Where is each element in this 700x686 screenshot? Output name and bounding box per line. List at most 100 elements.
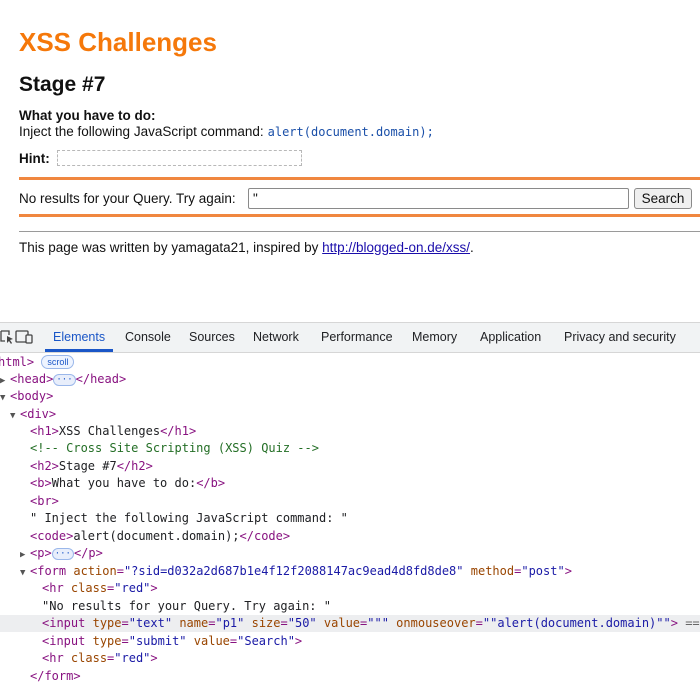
tree-html[interactable]: html> scroll bbox=[0, 354, 75, 371]
expand-triangle-icon[interactable]: ▶ bbox=[20, 547, 30, 564]
attr-value: ""alert(document.domain)"" bbox=[482, 616, 671, 630]
scroll-badge[interactable]: scroll bbox=[41, 355, 75, 369]
tree-div[interactable]: ▼ <div> bbox=[10, 406, 56, 423]
attr-value: "p1" bbox=[215, 616, 245, 630]
attr-name: size bbox=[251, 616, 281, 630]
attr-name: class bbox=[70, 581, 108, 595]
tree-form-close[interactable]: </form> bbox=[30, 668, 81, 685]
hr-tag: <hr bbox=[42, 651, 64, 665]
hr-tag: <hr bbox=[42, 581, 64, 595]
tree-input-selected[interactable]: <input type="text" name="p1" size="50" v… bbox=[0, 615, 700, 632]
inject-code: alert(document.domain); bbox=[267, 125, 434, 139]
selected-node-marker: == $0 bbox=[685, 616, 700, 630]
footer-link[interactable]: http://blogged-on.de/xss/ bbox=[322, 240, 470, 255]
inject-text-node: " Inject the following JavaScript comman… bbox=[30, 511, 348, 525]
attr-name: type bbox=[92, 634, 122, 648]
attr-name: onmouseover bbox=[396, 616, 476, 630]
attr-name: name bbox=[179, 616, 209, 630]
tree-h1[interactable]: <h1>XSS Challenges</h1> bbox=[30, 423, 196, 440]
attr-value: "?sid=d032a2d687b1e4f12f2088147ac9ead4d8… bbox=[123, 564, 464, 578]
attr-value: "post" bbox=[521, 564, 565, 578]
attr-name: action bbox=[73, 564, 117, 578]
collapse-triangle-icon[interactable]: ▼ bbox=[20, 565, 30, 582]
attr-name: type bbox=[92, 616, 122, 630]
todo-label: What you have to do: bbox=[19, 108, 156, 123]
attr-value: "Search" bbox=[237, 634, 295, 648]
bracket: > bbox=[150, 651, 158, 665]
code-text: alert(document.domain); bbox=[73, 529, 240, 543]
red-divider-bottom bbox=[19, 214, 700, 217]
ellipsis-icon[interactable]: ··· bbox=[51, 548, 74, 560]
red-divider-top bbox=[19, 177, 700, 180]
b-text: What you have to do: bbox=[51, 476, 197, 490]
inspect-icon[interactable] bbox=[0, 329, 14, 345]
tab-console[interactable]: Console bbox=[125, 330, 171, 344]
attr-value: "red" bbox=[114, 651, 151, 665]
stage-heading: Stage #7 bbox=[19, 73, 106, 96]
head-close-tag: </head> bbox=[75, 372, 127, 386]
tab-sources[interactable]: Sources bbox=[189, 330, 235, 344]
attr-name: value bbox=[323, 616, 361, 630]
tree-h2[interactable]: <h2>Stage #7</h2> bbox=[30, 458, 153, 475]
attr-value: "text" bbox=[128, 616, 173, 630]
h1-open-tag: <h1> bbox=[30, 424, 59, 438]
tree-b[interactable]: <b>What you have to do:</b> bbox=[30, 475, 225, 492]
collapse-triangle-icon[interactable]: ▼ bbox=[10, 408, 20, 425]
tree-head[interactable]: ▶ <head> ··· </head> bbox=[0, 371, 126, 388]
h1-text: XSS Challenges bbox=[58, 424, 161, 438]
code-open-tag: <code> bbox=[30, 529, 74, 543]
br-tag: <br> bbox=[30, 494, 59, 508]
bracket: > bbox=[150, 581, 158, 595]
h2-open-tag: <h2> bbox=[30, 459, 59, 473]
footer-credit: This page was written by yamagata21, ins… bbox=[19, 240, 474, 255]
gray-divider bbox=[19, 231, 700, 232]
tree-hr-2[interactable]: <hr class="red"> bbox=[42, 650, 158, 667]
tree-br[interactable]: <br> bbox=[30, 493, 59, 510]
query-text-node: "No results for your Query. Try again: " bbox=[42, 599, 331, 613]
inject-text: Inject the following JavaScript command: bbox=[19, 124, 264, 139]
b-close-tag: </b> bbox=[196, 476, 226, 490]
tab-privacy-security[interactable]: Privacy and security bbox=[564, 330, 676, 344]
h1-close-tag: </h1> bbox=[160, 424, 197, 438]
ellipsis-icon[interactable]: ··· bbox=[53, 374, 76, 386]
attr-value: "50" bbox=[287, 616, 317, 630]
collapse-triangle-icon[interactable]: ▼ bbox=[0, 390, 10, 407]
tree-code[interactable]: <code>alert(document.domain);</code> bbox=[30, 528, 290, 545]
div-tag: <div> bbox=[20, 407, 57, 421]
attr-value: """ bbox=[367, 616, 389, 630]
devtools-panel: Elements Console Sources Network Perform… bbox=[0, 322, 700, 686]
tree-input-submit[interactable]: <input type="submit" value="Search"> bbox=[42, 633, 302, 650]
device-toggle-icon[interactable] bbox=[15, 329, 33, 345]
tree-inject-text[interactable]: " Inject the following JavaScript comman… bbox=[30, 510, 348, 527]
footer-suffix: . bbox=[470, 240, 474, 255]
tree-form[interactable]: ▼ <form action="?sid=d032a2d687b1e4f12f20… bbox=[20, 563, 572, 580]
attr-name: class bbox=[70, 651, 108, 665]
query-input[interactable] bbox=[248, 188, 629, 209]
tab-network[interactable]: Network bbox=[253, 330, 299, 344]
hint-label: Hint: bbox=[19, 151, 50, 166]
query-message: No results for your Query. Try again: bbox=[19, 191, 236, 206]
devtools-tabbar: Elements Console Sources Network Perform… bbox=[0, 323, 700, 353]
tree-query-text[interactable]: "No results for your Query. Try again: " bbox=[42, 598, 331, 615]
form-close-tag: </form> bbox=[30, 669, 81, 683]
attr-name: method bbox=[470, 564, 515, 578]
search-button[interactable]: Search bbox=[634, 188, 692, 209]
code-close-tag: </code> bbox=[239, 529, 291, 543]
tree-html-tag: html> bbox=[0, 355, 35, 369]
b-open-tag: <b> bbox=[30, 476, 52, 490]
tab-elements[interactable]: Elements bbox=[53, 330, 105, 344]
page-title: XSS Challenges bbox=[19, 27, 217, 57]
tab-application[interactable]: Application bbox=[480, 330, 541, 344]
tree-hr-1[interactable]: <hr class="red"> bbox=[42, 580, 158, 597]
bracket: > bbox=[564, 564, 572, 578]
body-tag: <body> bbox=[10, 389, 54, 403]
tab-performance[interactable]: Performance bbox=[321, 330, 393, 344]
tab-memory[interactable]: Memory bbox=[412, 330, 457, 344]
tree-body[interactable]: ▼ <body> bbox=[0, 388, 53, 405]
bracket: > bbox=[670, 616, 678, 630]
attr-name: value bbox=[193, 634, 230, 648]
form-open-tag: <form bbox=[30, 564, 67, 578]
p-close-tag: </p> bbox=[73, 546, 103, 560]
tree-comment[interactable]: <!-- Cross Site Scripting (XSS) Quiz --> bbox=[30, 440, 319, 457]
tree-p[interactable]: ▶ <p> ··· </p> bbox=[20, 545, 103, 562]
